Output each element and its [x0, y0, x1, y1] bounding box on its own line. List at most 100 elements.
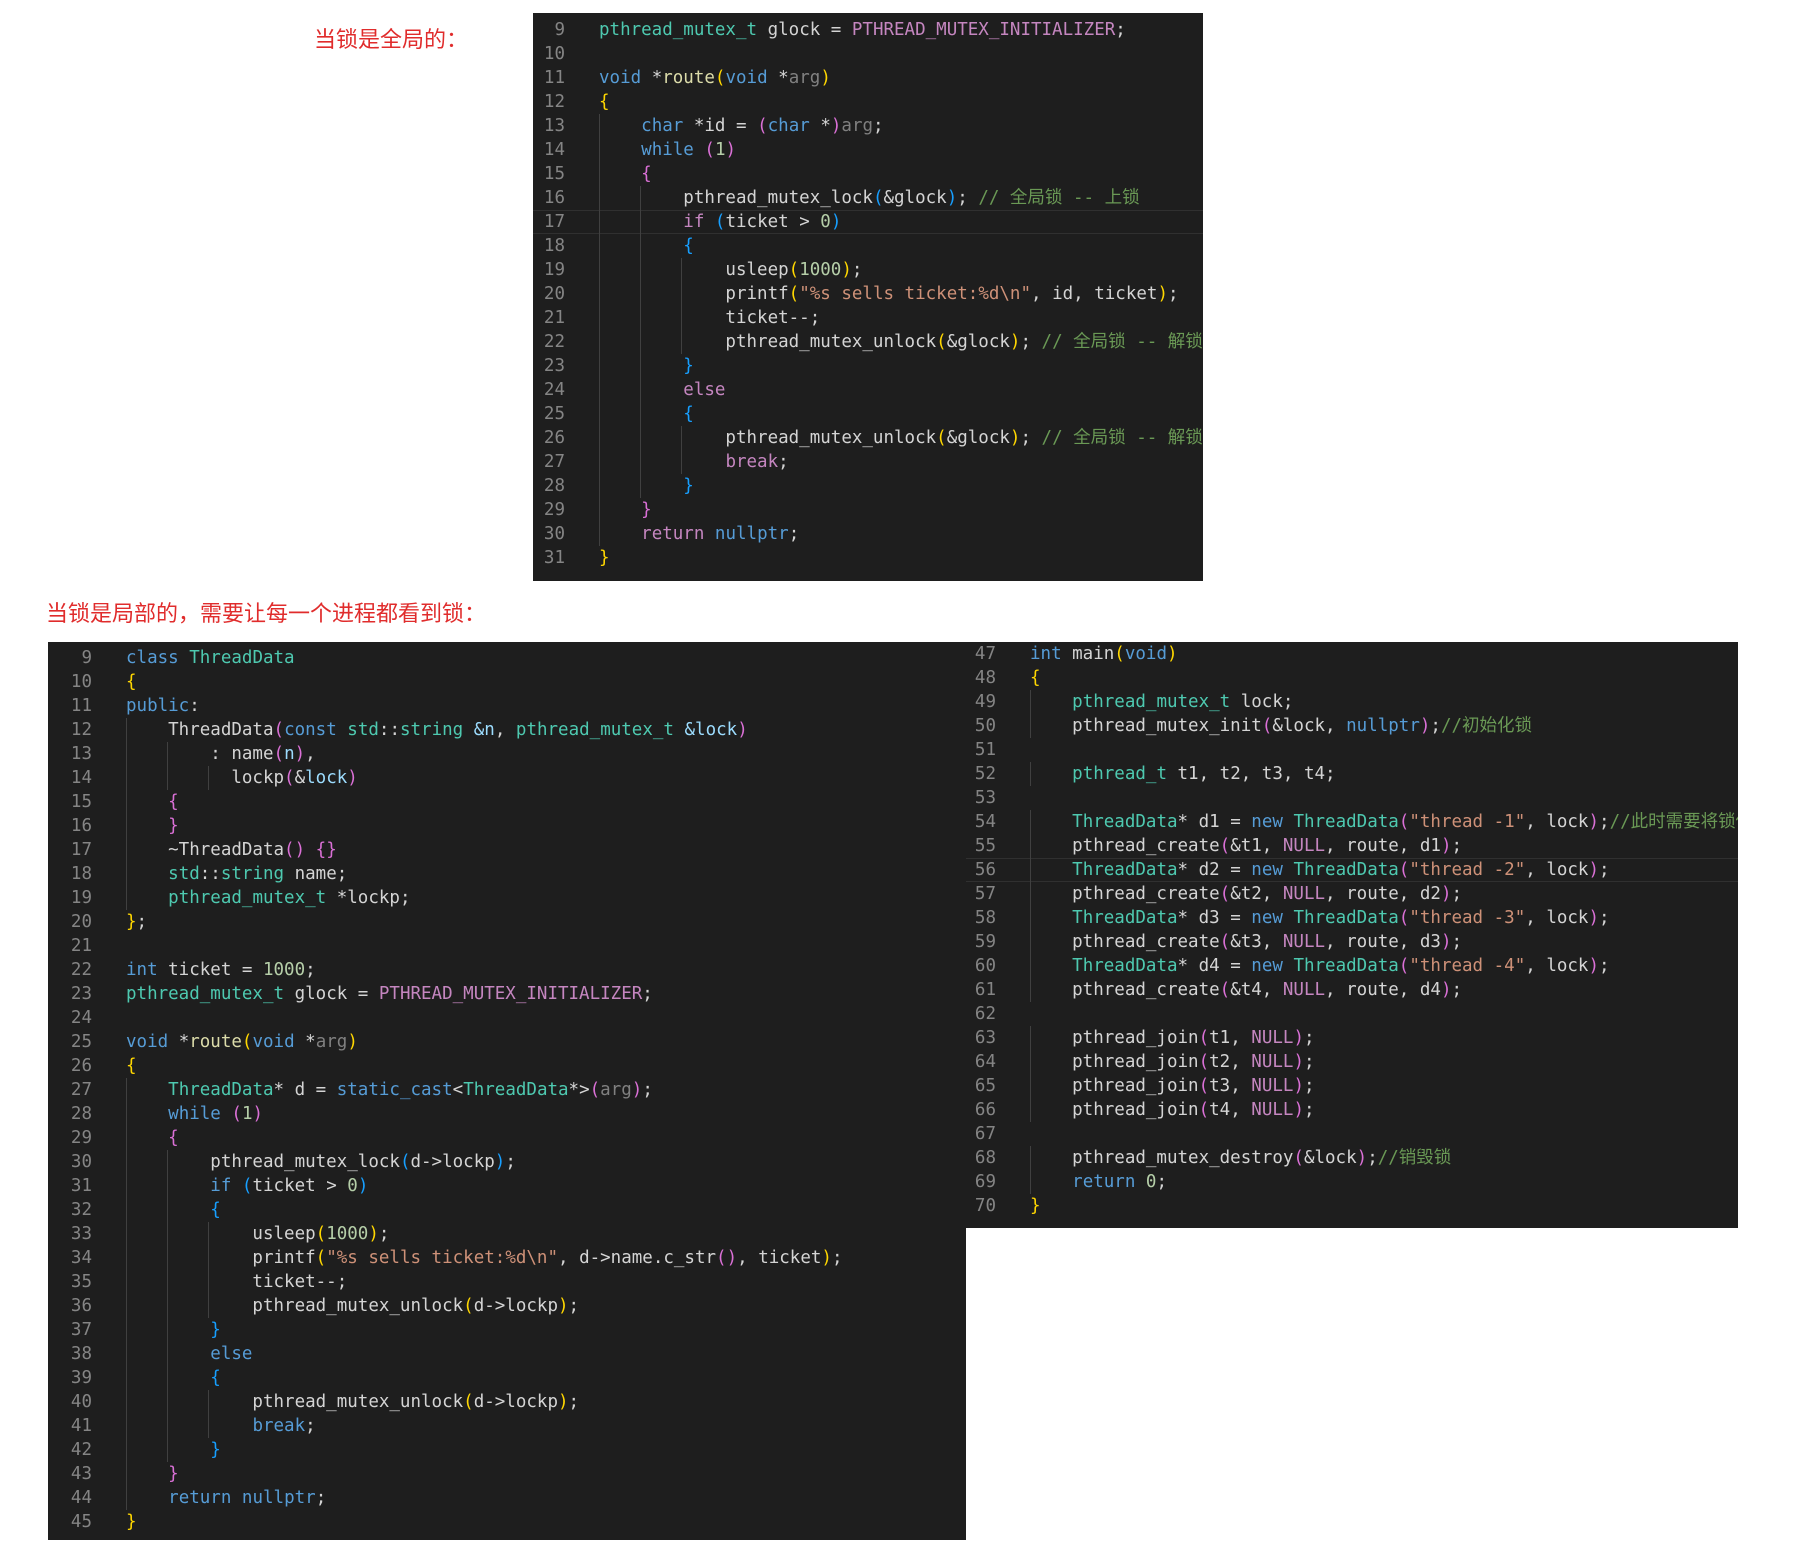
code-line: 27 ThreadData* d = static_cast<ThreadDat… [48, 1078, 966, 1102]
code-token: ThreadData [1293, 860, 1399, 880]
code-text[interactable]: ThreadData* d4 = new ThreadData("thread … [1030, 954, 1609, 978]
code-text[interactable]: { [126, 1366, 221, 1390]
code-text[interactable]: char *id = (char *)arg; [599, 114, 883, 138]
code-text[interactable]: usleep(1000); [126, 1222, 389, 1246]
code-text[interactable]: } [126, 1510, 137, 1534]
code-text[interactable]: pthread_join(t3, NULL); [1030, 1074, 1314, 1098]
code-text[interactable]: }; [126, 910, 147, 934]
code-text[interactable]: return nullptr; [126, 1486, 326, 1510]
code-text[interactable]: ThreadData* d3 = new ThreadData("thread … [1030, 906, 1609, 930]
code-text[interactable]: { [1030, 666, 1041, 690]
code-text[interactable]: ticket--; [599, 306, 820, 330]
code-text[interactable]: pthread_mutex_t glock = PTHREAD_MUTEX_IN… [599, 18, 1126, 42]
code-text[interactable]: ThreadData* d1 = new ThreadData("thread … [1030, 810, 1738, 834]
code-text[interactable]: pthread_create(&t3, NULL, route, d3); [1030, 930, 1462, 954]
code-text[interactable]: { [599, 90, 610, 114]
code-text[interactable]: while (1) [126, 1102, 263, 1126]
code-text[interactable]: } [126, 1462, 179, 1486]
line-number: 36 [70, 1296, 92, 1316]
code-text[interactable]: pthread_create(&t2, NULL, route, d2); [1030, 882, 1462, 906]
code-text[interactable]: { [126, 1126, 179, 1150]
code-text[interactable]: public: [126, 694, 200, 718]
code-text[interactable]: pthread_create(&t1, NULL, route, d1); [1030, 834, 1462, 858]
line-number: 16 [543, 188, 565, 208]
code-text[interactable]: pthread_mutex_destroy(&lock);//销毁锁 [1030, 1146, 1451, 1170]
code-text[interactable]: } [126, 1318, 221, 1342]
code-token: &glock [946, 332, 1010, 352]
code-text[interactable]: void *route(void *arg) [599, 66, 831, 90]
code-text[interactable]: class ThreadData [126, 646, 295, 670]
code-text[interactable]: } [599, 474, 694, 498]
code-text[interactable]: { [599, 402, 694, 426]
code-text[interactable]: while (1) [599, 138, 736, 162]
code-text[interactable]: { [126, 670, 137, 694]
code-text[interactable]: ThreadData(const std::string &n, pthread… [126, 718, 748, 742]
code-text[interactable]: } [599, 546, 610, 570]
code-text[interactable]: else [599, 378, 725, 402]
code-text[interactable]: } [126, 1438, 221, 1462]
code-text[interactable]: std::string name; [126, 862, 347, 886]
code-text[interactable]: ThreadData* d = static_cast<ThreadData*>… [126, 1078, 653, 1102]
code-token: &lock [684, 720, 738, 740]
code-text[interactable]: : name(n), [126, 742, 315, 766]
code-line: 50 pthread_mutex_init(&lock, nullptr);//… [966, 714, 1738, 738]
code-text[interactable]: pthread_mutex_unlock(d->lockp); [126, 1390, 579, 1414]
line-number: 47 [974, 644, 996, 664]
code-token: ; [1599, 812, 1610, 832]
code-line: 56 ThreadData* d2 = new ThreadData("thre… [966, 858, 1738, 882]
code-text[interactable]: ticket--; [126, 1270, 347, 1294]
code-text[interactable]: pthread_mutex_t lock; [1030, 690, 1293, 714]
code-text[interactable]: break; [126, 1414, 315, 1438]
code-text[interactable]: void *route(void *arg) [126, 1030, 358, 1054]
code-token: ( [273, 720, 285, 740]
code-text[interactable]: break; [599, 450, 788, 474]
code-text[interactable]: } [599, 354, 694, 378]
code-text[interactable]: pthread_mutex_unlock(&glock); // 全局锁 -- … [599, 426, 1202, 450]
code-text[interactable]: { [126, 1198, 221, 1222]
code-text[interactable]: pthread_mutex_t glock = PTHREAD_MUTEX_IN… [126, 982, 653, 1006]
code-token: //销毁锁 [1377, 1148, 1452, 1168]
code-token: ; [957, 188, 979, 208]
code-text[interactable]: printf("%s sells ticket:%d\n", d->name.c… [126, 1246, 842, 1270]
code-text[interactable]: ~ThreadData() {} [126, 838, 337, 862]
code-token: } [168, 816, 179, 836]
code-text[interactable]: pthread_mutex_unlock(d->lockp); [126, 1294, 579, 1318]
code-text[interactable]: printf("%s sells ticket:%d\n", id, ticke… [599, 282, 1178, 306]
code-text[interactable]: pthread_mutex_lock(d->lockp); [126, 1150, 516, 1174]
code-text[interactable]: { [126, 1054, 137, 1078]
code-token: ThreadData [1072, 860, 1178, 880]
code-text[interactable]: if (ticket > 0) [599, 210, 841, 234]
code-text[interactable]: pthread_join(t1, NULL); [1030, 1026, 1314, 1050]
code-text[interactable]: return nullptr; [599, 522, 799, 546]
code-text[interactable]: pthread_join(t2, NULL); [1030, 1050, 1314, 1074]
code-line: 24 [48, 1006, 966, 1030]
code-text[interactable]: else [126, 1342, 252, 1366]
code-token: ) [294, 744, 306, 764]
code-text[interactable]: } [599, 498, 652, 522]
code-text[interactable]: return 0; [1030, 1170, 1167, 1194]
code-text[interactable]: { [599, 234, 694, 258]
code-token: { [683, 404, 694, 424]
code-text[interactable]: pthread_t t1, t2, t3, t4; [1030, 762, 1335, 786]
code-text[interactable]: pthread_mutex_unlock(&glock); // 全局锁 -- … [599, 330, 1202, 354]
code-text[interactable]: pthread_mutex_init(&lock, nullptr);//初始化… [1030, 714, 1532, 738]
code-text[interactable]: pthread_join(t4, NULL); [1030, 1098, 1314, 1122]
code-text[interactable]: lockp(&lock) [126, 766, 358, 790]
code-text[interactable]: } [126, 814, 179, 838]
line-number: 35 [70, 1272, 92, 1292]
line-number: 18 [543, 236, 565, 256]
code-text[interactable]: } [1030, 1194, 1041, 1218]
code-text[interactable]: pthread_create(&t4, NULL, route, d4); [1030, 978, 1462, 1002]
code-text[interactable]: pthread_mutex_t *lockp; [126, 886, 410, 910]
code-text[interactable]: if (ticket > 0) [126, 1174, 368, 1198]
code-text[interactable]: ThreadData* d2 = new ThreadData("thread … [1030, 858, 1609, 882]
code-text[interactable]: { [599, 162, 652, 186]
code-token: , lock [1525, 812, 1589, 832]
code-text[interactable]: int ticket = 1000; [126, 958, 316, 982]
code-text[interactable]: pthread_mutex_lock(&glock); // 全局锁 -- 上锁 [599, 186, 1139, 210]
code-text[interactable]: int main(void) [1030, 642, 1178, 666]
code-text[interactable]: usleep(1000); [599, 258, 862, 282]
code-text[interactable]: { [126, 790, 179, 814]
